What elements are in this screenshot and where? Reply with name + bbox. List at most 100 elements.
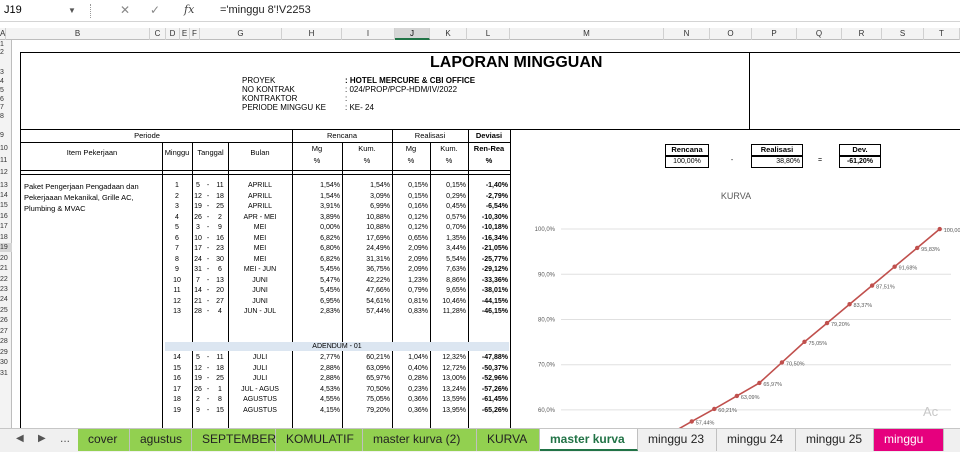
sheet-tab-kurva[interactable]: KURVA (477, 429, 540, 451)
table-cell-bulan: MEI - JUN (243, 266, 277, 273)
row-header-22[interactable]: 22 (0, 275, 12, 284)
grid-line (20, 52, 960, 53)
summary-realisasi-value: 38,80% (751, 156, 803, 168)
column-header-g[interactable]: G (200, 28, 282, 40)
header-rencana-kum: Kum. (358, 144, 376, 153)
row-header-9[interactable]: 9 (0, 131, 12, 140)
column-header-f[interactable]: F (190, 28, 200, 40)
table-cell-amg: 0,83% (408, 308, 428, 315)
row-header-31[interactable]: 31 (0, 369, 12, 378)
column-header-j[interactable]: J (395, 28, 430, 40)
row-header-30[interactable]: 30 (0, 358, 12, 367)
column-header-k[interactable]: K (430, 28, 467, 40)
prev-sheet-icon[interactable]: ◀ (16, 433, 24, 444)
table-cell-rmg: 2,77% (320, 354, 340, 361)
row-header-28[interactable]: 28 (0, 337, 12, 346)
row-header-4[interactable]: 4 (0, 77, 12, 86)
info-value: : 024/PROP/PCP-HDM/IV/2022 (345, 85, 458, 94)
row-header-21[interactable]: 21 (0, 264, 12, 273)
row-header-3[interactable]: 3 (0, 68, 12, 77)
column-header-b[interactable]: B (6, 28, 150, 40)
row-header-5[interactable]: 5 (0, 86, 12, 95)
row-header-8[interactable]: 8 (0, 112, 12, 121)
column-header-p[interactable]: P (752, 28, 797, 40)
header-minggu: Minggu (164, 148, 190, 157)
column-header-e[interactable]: E (180, 28, 190, 40)
y-tick-label: 80,0% (538, 317, 556, 323)
row-header-20[interactable]: 20 (0, 254, 12, 263)
row-header-11[interactable]: 11 (0, 156, 12, 165)
column-header-q[interactable]: Q (797, 28, 842, 40)
row-header-15[interactable]: 15 (0, 201, 12, 210)
column-header-m[interactable]: M (510, 28, 664, 40)
row-header-17[interactable]: 17 (0, 222, 12, 231)
column-header-l[interactable]: L (467, 28, 510, 40)
header-pct: % (313, 156, 321, 165)
header-realisasi-mg: Mg (405, 144, 417, 153)
row-header-7[interactable]: 7 (0, 103, 12, 112)
next-sheet-icon[interactable]: ▶ (38, 433, 46, 444)
data-label: 91,68% (899, 266, 918, 272)
column-header-i[interactable]: I (342, 28, 395, 40)
sheet-tab-september[interactable]: SEPTEMBER (192, 429, 276, 451)
table-cell-sep: - (206, 297, 210, 305)
enter-icon[interactable]: ✓ (150, 3, 160, 17)
column-header-r[interactable]: R (842, 28, 882, 40)
row-header-26[interactable]: 26 (0, 316, 12, 325)
table-cell-akum: 0,70% (446, 224, 466, 231)
row-header-25[interactable]: 25 (0, 306, 12, 315)
row-header-2[interactable]: 2 (0, 48, 12, 57)
table-cell-sep: - (206, 287, 210, 294)
row-header-14[interactable]: 14 (0, 191, 12, 200)
column-header-s[interactable]: S (882, 28, 924, 40)
row-header-10[interactable]: 10 (0, 144, 12, 153)
table-cell-t2: 23 (216, 245, 224, 252)
column-header-h[interactable]: H (282, 28, 342, 40)
sheet-tab-cover[interactable]: cover (78, 429, 130, 451)
row-header-24[interactable]: 24 (0, 295, 12, 304)
row-header-13[interactable]: 13 (0, 181, 12, 190)
row-header-19[interactable]: 19 (0, 243, 12, 252)
table-cell-t2: 8 (218, 396, 222, 403)
table-cell-akum: 13,00% (442, 375, 466, 382)
table-cell-t2: 11 (216, 182, 224, 189)
table-cell-akum: 0,15% (446, 182, 466, 189)
table-cell-t2: 15 (216, 406, 224, 414)
column-header-t[interactable]: T (924, 28, 960, 40)
table-cell-bulan: MEI (253, 234, 267, 242)
table-cell-amg: 0,16% (408, 203, 428, 210)
table-cell-bulan: APR - MEI (243, 213, 277, 221)
column-header-c[interactable]: C (150, 28, 166, 40)
column-header-d[interactable]: D (166, 28, 180, 40)
sheet-tab-master-kurva-2-[interactable]: master kurva (2) (363, 429, 477, 451)
table-cell-t1: 24 (194, 255, 202, 263)
column-header-n[interactable]: N (664, 28, 710, 40)
table-cell-rmg: 6,95% (320, 297, 340, 305)
header-rencana: Rencana (326, 131, 358, 140)
activation-watermark: Ac (923, 404, 939, 419)
row-header-27[interactable]: 27 (0, 327, 12, 336)
row-header-16[interactable]: 16 (0, 212, 12, 221)
worksheet[interactable]: LAPORAN MINGGUAN PROYEK: HOTEL MERCURE &… (12, 40, 960, 428)
kurva-chart[interactable]: KURVA60,0%70,0%80,0%90,0%100,0%54,61%57,… (511, 182, 960, 428)
sheet-tab-minggu-23[interactable]: minggu 23 (638, 429, 717, 451)
column-header-o[interactable]: O (710, 28, 752, 40)
sheet-tab-komulatif[interactable]: KOMULATIF (276, 429, 363, 451)
chevron-down-icon[interactable]: ▼ (68, 6, 76, 15)
row-header-23[interactable]: 23 (0, 285, 12, 294)
more-sheets-button[interactable]: ... (60, 431, 70, 445)
table-cell-rkum: 60,21% (366, 354, 390, 361)
function-icon[interactable]: fx (184, 3, 194, 16)
row-header-12[interactable]: 12 (0, 168, 12, 177)
row-header-29[interactable]: 29 (0, 348, 12, 357)
sheet-tab-minggu-24[interactable]: minggu 24 (717, 429, 796, 451)
table-cell-t1: 19 (194, 203, 202, 210)
sheet-tab-minggu-25[interactable]: minggu 25 (796, 429, 874, 451)
cancel-icon[interactable]: ✕ (120, 3, 130, 17)
sheet-tab-master-kurva[interactable]: master kurva (540, 429, 638, 451)
formula-input[interactable]: ='minggu 8'!V2253 (220, 4, 311, 16)
row-header-18[interactable]: 18 (0, 233, 12, 242)
sheet-tab-agustus[interactable]: agustus (130, 429, 192, 451)
data-label: 60,21% (718, 408, 737, 414)
sheet-tab-minggu-26[interactable]: minggu 26 (874, 429, 944, 466)
